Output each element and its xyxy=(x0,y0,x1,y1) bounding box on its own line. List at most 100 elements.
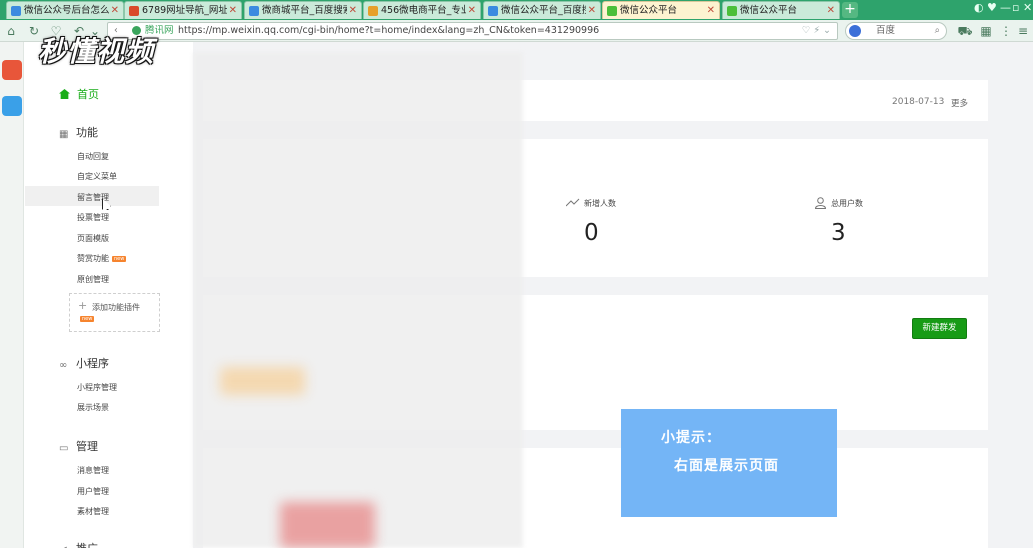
home-icon xyxy=(59,89,70,99)
tab-close-icon[interactable]: ✕ xyxy=(111,2,119,19)
section-title: 功能 xyxy=(76,126,98,139)
sidebar-item-custom-menu[interactable]: 自定义菜单 xyxy=(77,171,117,182)
tab-label: 微商城平台_百度搜索 xyxy=(262,5,347,16)
sidebar-item-auto-reply[interactable]: 自动回复 xyxy=(77,151,109,162)
tab-close-icon[interactable]: ✕ xyxy=(229,2,237,19)
tip-title: 小提示： xyxy=(661,430,721,446)
section-title: 小程序 xyxy=(76,357,109,370)
sidebar-item-home[interactable]: 首页 xyxy=(59,86,99,102)
tab-label: 6789网址导航_网址大 xyxy=(142,5,227,16)
link-icon: ∞ xyxy=(59,360,68,371)
sidebar-item-messages[interactable]: 消息管理 xyxy=(77,465,109,476)
browser-tab-4[interactable]: 456微电商平台_专业 ✕ xyxy=(363,1,481,19)
browser-tab-3[interactable]: 微商城平台_百度搜索 ✕ xyxy=(244,1,362,19)
sidebar-item-display-scenes[interactable]: 展示场景 xyxy=(77,402,109,413)
notice-date: 2018-07-13 xyxy=(892,97,945,107)
sidebar-item-reward[interactable]: 赞赏功能 new xyxy=(77,253,127,264)
tab-favicon-icon xyxy=(249,6,259,16)
total-users-label: 总用户数 xyxy=(831,199,863,208)
sidebar: 首页 ▦ 功能 自动回复 自定义菜单 留言管理 投票管理 页面模版 赞赏功能 new… xyxy=(25,42,193,548)
browser-tab-6-active[interactable]: 微信公众平台 ✕ xyxy=(602,1,720,19)
sidebar-section-features: ▦ 功能 xyxy=(59,124,98,140)
sidebar-section-management: ▭ 管理 xyxy=(59,438,98,454)
blurred-image xyxy=(220,367,305,395)
sidebar-item-users[interactable]: 用户管理 xyxy=(77,486,109,497)
app-store-icon[interactable] xyxy=(2,60,22,80)
tab-favicon-icon xyxy=(368,6,378,16)
minimize-icon[interactable]: — xyxy=(1000,1,1011,14)
tab-label: 456微电商平台_专业 xyxy=(381,5,466,16)
browser-tab-bar: 微信公众号后台怎么开 ✕ 6789网址导航_网址大 ✕ 微商城平台_百度搜索 ✕… xyxy=(0,0,1033,20)
maximize-icon[interactable]: ▫ xyxy=(1012,1,1019,14)
wechat-mp-page: 首页 ▦ 功能 自动回复 自定义菜单 留言管理 投票管理 页面模版 赞赏功能 new… xyxy=(25,42,1033,548)
sidebar-item-voting[interactable]: 投票管理 xyxy=(77,212,109,223)
address-bar[interactable]: ‹ 腾讯网 https://mp.weixin.qq.com/cgi-bin/h… xyxy=(107,22,838,40)
new-tab-button[interactable]: + xyxy=(842,2,858,18)
tab-close-icon[interactable]: ✕ xyxy=(468,2,476,19)
grid-icon: ▦ xyxy=(59,129,69,140)
sidebar-item-label: 赞赏功能 xyxy=(77,254,109,263)
add-plugin-label: 添加功能插件 xyxy=(92,303,140,312)
tab-close-icon[interactable]: ✕ xyxy=(588,2,596,19)
section-title: 推广 xyxy=(76,542,98,548)
new-badge: new xyxy=(80,316,95,322)
tab-label: 微信公众平台_百度搜 xyxy=(501,5,586,16)
browser-tab-2[interactable]: 6789网址导航_网址大 ✕ xyxy=(124,1,242,19)
sidebar-item-original[interactable]: 原创管理 xyxy=(77,274,109,285)
browser-nav-bar: ⌂ ↻ ♡ ↶ ⌄ ‹ 腾讯网 https://mp.weixin.qq.com… xyxy=(0,20,1033,42)
inbox-icon: ▭ xyxy=(59,443,69,454)
heart-icon[interactable]: ♥ xyxy=(987,1,997,14)
search-box[interactable]: 百度 ⌕ xyxy=(845,22,947,40)
new-badge: new xyxy=(112,256,127,262)
tab-favicon-icon xyxy=(11,6,21,16)
tip-overlay: 小提示： 右面是展示页面 xyxy=(621,409,837,517)
sidebar-home-label: 首页 xyxy=(77,88,99,101)
blurred-image xyxy=(280,502,375,548)
tab-label: 微信公众平台 xyxy=(740,5,798,16)
video-watermark-logo: 秒懂视频 xyxy=(38,35,155,68)
lightbulb-icon[interactable] xyxy=(2,96,22,116)
home-icon[interactable]: ⌂ xyxy=(3,23,19,39)
menu-icon[interactable]: ≡ xyxy=(1015,23,1031,39)
tab-close-icon[interactable]: ✕ xyxy=(707,2,715,19)
tab-favicon-icon xyxy=(727,6,737,16)
tab-label: 微信公众号后台怎么开 xyxy=(24,5,109,16)
notice-more-link[interactable]: 更多 xyxy=(951,97,968,109)
sidebar-item-materials[interactable]: 素材管理 xyxy=(77,506,109,517)
tab-favicon-icon xyxy=(129,6,139,16)
sidebar-section-promotion: ◀推广 xyxy=(59,540,98,548)
tab-favicon-icon xyxy=(488,6,498,16)
address-url[interactable]: https://mp.weixin.qq.com/cgi-bin/home?t=… xyxy=(178,23,599,39)
address-actions-icon[interactable]: ♡ ⚡ ⌄ xyxy=(802,23,831,39)
sidebar-item-page-template[interactable]: 页面模版 xyxy=(77,233,109,244)
tab-favicon-icon xyxy=(607,6,617,16)
plus-icon: + xyxy=(78,299,88,312)
search-engine-icon[interactable] xyxy=(849,25,861,37)
browser-tab-7[interactable]: 微信公众平台 ✕ xyxy=(722,1,840,19)
add-plugin-button[interactable]: + 添加功能插件 new xyxy=(69,293,160,332)
browser-tab-1[interactable]: 微信公众号后台怎么开 ✕ xyxy=(6,1,124,19)
browser-side-quickbar xyxy=(0,42,24,548)
trend-icon xyxy=(566,198,580,207)
tab-close-icon[interactable]: ✕ xyxy=(827,2,835,19)
new-mass-send-button[interactable]: 新建群发 xyxy=(912,318,967,339)
total-users-value: 3 xyxy=(831,220,846,246)
new-users-value: 0 xyxy=(584,220,599,246)
search-engine-label: 百度 xyxy=(876,25,896,36)
close-window-icon[interactable]: ✕ xyxy=(1023,1,1032,14)
search-icon[interactable]: ⌕ xyxy=(935,23,940,39)
user-icon xyxy=(815,197,826,209)
skin-icon[interactable]: ◐ xyxy=(974,1,984,14)
blurred-content-region xyxy=(193,52,523,548)
tip-text: 右面是展示页面 xyxy=(674,458,779,474)
section-title: 管理 xyxy=(76,440,98,453)
browser-tab-5[interactable]: 微信公众平台_百度搜 ✕ xyxy=(483,1,601,19)
sidebar-section-mini-program: ∞ 小程序 xyxy=(59,355,109,371)
tab-label: 微信公众平台 xyxy=(620,5,678,16)
more-icon[interactable]: ⋮ xyxy=(998,23,1014,39)
new-users-label: 新增人数 xyxy=(584,199,616,208)
tab-close-icon[interactable]: ✕ xyxy=(349,2,357,19)
apps-icon[interactable]: ▦ xyxy=(978,23,994,39)
cart-icon[interactable]: ⛟ xyxy=(957,23,973,39)
sidebar-item-mini-program-manage[interactable]: 小程序管理 xyxy=(77,382,117,393)
